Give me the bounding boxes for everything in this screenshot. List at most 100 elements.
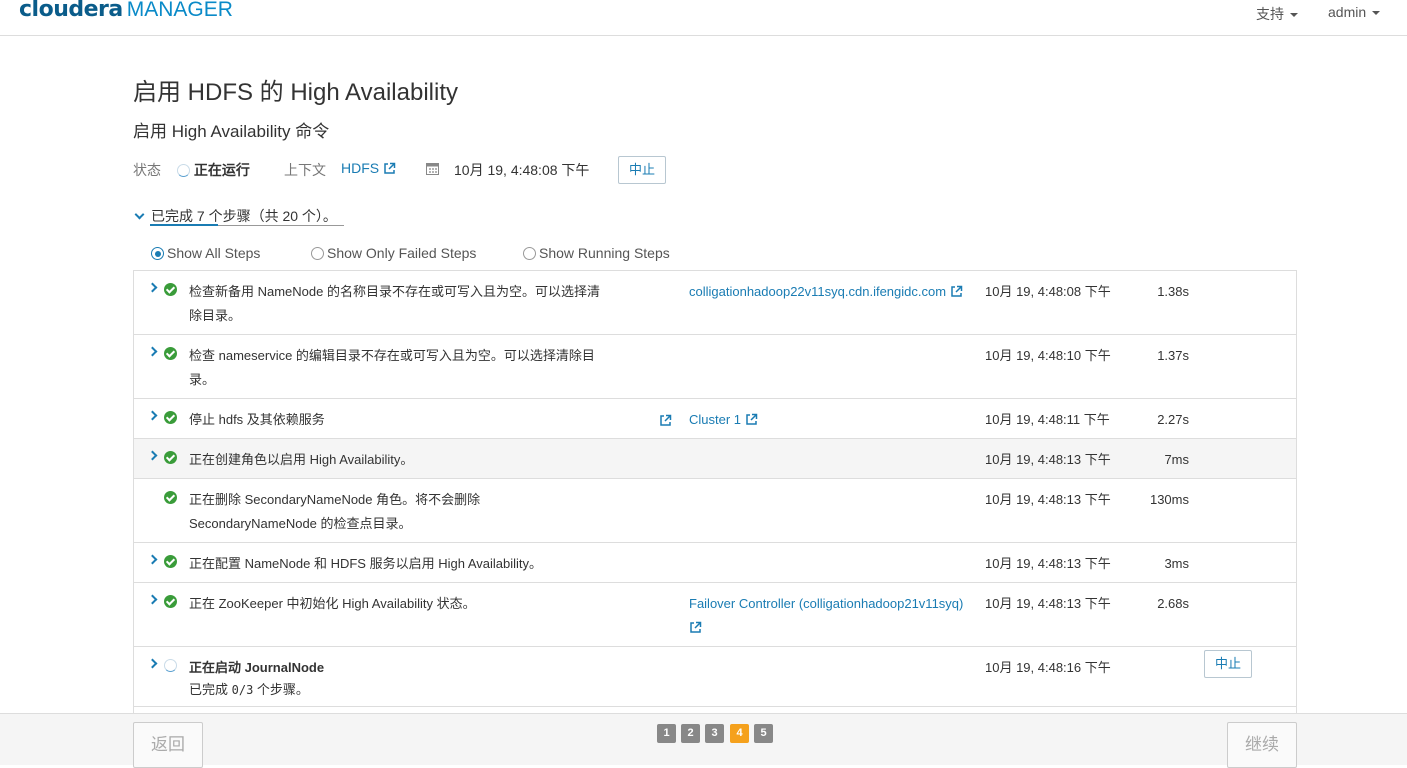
- summary-underline: [150, 224, 218, 226]
- step-description: 正在配置 NameNode 和 HDFS 服务以启用 High Availabi…: [189, 556, 543, 571]
- chevron-right-icon[interactable]: [147, 594, 158, 605]
- chevron-right-icon[interactable]: [147, 554, 158, 565]
- logo-product-text: MANAGER: [126, 0, 233, 21]
- external-link-icon: [745, 413, 757, 425]
- step-start-time: 10月 19, 4:48:13 下午: [985, 596, 1111, 611]
- chevron-right-icon[interactable]: [147, 410, 158, 421]
- cloudera-manager-logo[interactable]: cloudera MANAGER: [19, 0, 233, 25]
- wizard-footer: 返回 1 2 3 4 5 继续: [0, 713, 1407, 768]
- step-description: 检查 nameservice 的编辑目录不存在或可写入且为空。可以选择清除目录。: [189, 348, 595, 387]
- continue-button[interactable]: 继续: [1227, 722, 1297, 768]
- abort-command-button[interactable]: 中止: [618, 156, 666, 184]
- step-duration: 1.38s: [1157, 284, 1189, 299]
- table-row: 停止 hdfs 及其依赖服务 Cluster 1 10月 19, 4:48:11…: [134, 399, 1296, 439]
- step-context-text: Cluster 1: [689, 412, 742, 427]
- step-description: 正在 ZooKeeper 中初始化 High Availability 状态。: [189, 596, 476, 611]
- command-start-time: 10月 19, 4:48:08 下午: [454, 162, 590, 178]
- external-link-icon: [950, 285, 962, 297]
- external-link-icon: [384, 162, 396, 174]
- step-context-link[interactable]: colligationhadoop22v11syq.cdn.ifengidc.c…: [689, 280, 979, 304]
- chevron-right-icon[interactable]: [147, 282, 158, 293]
- table-row: 正在创建角色以启用 High Availability。 10月 19, 4:4…: [134, 439, 1296, 479]
- success-check-icon: [164, 491, 177, 504]
- table-row: 正在配置 NameNode 和 HDFS 服务以启用 High Availabi…: [134, 543, 1296, 583]
- filter-label: Show Only Failed Steps: [327, 245, 477, 261]
- command-title: 启用 High Availability 命令: [133, 122, 330, 141]
- context-link[interactable]: HDFS: [341, 160, 396, 176]
- caret-down-icon: [1372, 11, 1381, 16]
- table-row: 检查新备用 NameNode 的名称目录不存在或可写入且为空。可以选择清除目录。…: [134, 271, 1296, 335]
- step-start-time: 10月 19, 4:48:13 下午: [985, 556, 1111, 571]
- support-menu-label: 支持: [1256, 6, 1284, 22]
- step-start-time: 10月 19, 4:48:16 下午: [985, 660, 1111, 675]
- success-check-icon: [164, 555, 177, 568]
- filter-show-running-steps[interactable]: Show Running Steps: [523, 245, 670, 261]
- step-duration: 2.27s: [1157, 412, 1189, 427]
- step-substatus-suffix: 个步骤。: [253, 682, 309, 697]
- step-duration: 7ms: [1164, 452, 1189, 467]
- caret-down-icon: [1290, 13, 1298, 18]
- filter-label: Show All Steps: [167, 245, 261, 261]
- external-link-icon[interactable]: [659, 414, 672, 427]
- chevron-right-icon[interactable]: [147, 346, 158, 357]
- table-row: 正在删除 SecondaryNameNode 角色。将不会删除 Secondar…: [134, 479, 1296, 543]
- context-link-text: HDFS: [341, 160, 380, 176]
- table-row: 正在 ZooKeeper 中初始化 High Availability 状态。 …: [134, 583, 1296, 647]
- radio-unchecked-icon: [523, 247, 536, 260]
- running-spinner-icon: [177, 164, 190, 177]
- success-check-icon: [164, 595, 177, 608]
- step-substatus: 已完成 0/3 个步骤。: [189, 679, 309, 698]
- step-context-text: Failover Controller (colligationhadoop21…: [689, 596, 964, 611]
- step-duration: 3ms: [1164, 556, 1189, 571]
- wizard-page-4-current[interactable]: 4: [730, 724, 749, 743]
- step-start-time: 10月 19, 4:48:11 下午: [985, 412, 1110, 427]
- user-menu-label: admin: [1328, 4, 1367, 20]
- back-button[interactable]: 返回: [133, 722, 203, 768]
- external-link-icon: [690, 621, 702, 633]
- chevron-right-icon[interactable]: [147, 450, 158, 461]
- step-substatus-prefix: 已完成: [189, 682, 232, 697]
- table-row: 检查 nameservice 的编辑目录不存在或可写入且为空。可以选择清除目录。…: [134, 335, 1296, 399]
- status-value-text: 正在运行: [193, 162, 250, 178]
- page-title: 启用 HDFS 的 High Availability: [133, 79, 458, 106]
- filter-label: Show Running Steps: [539, 245, 670, 261]
- wizard-page-3[interactable]: 3: [705, 724, 724, 743]
- step-context-link[interactable]: Cluster 1: [689, 408, 979, 432]
- radio-unchecked-icon: [311, 247, 324, 260]
- summary-underline-secondary: [218, 225, 344, 226]
- step-context-link[interactable]: Failover Controller (colligationhadoop21…: [689, 592, 979, 640]
- status-value: 正在运行: [177, 160, 250, 180]
- success-check-icon: [164, 283, 177, 296]
- step-substatus-count: 0/3: [231, 683, 254, 697]
- status-label: 状态: [133, 162, 161, 178]
- step-start-time: 10月 19, 4:48:08 下午: [985, 284, 1111, 299]
- running-spinner-icon: [164, 659, 177, 672]
- chevron-right-icon[interactable]: [147, 658, 158, 669]
- success-check-icon: [164, 451, 177, 464]
- top-nav-bar: cloudera MANAGER 支持 admin: [0, 0, 1407, 36]
- step-description: 停止 hdfs 及其依赖服务: [189, 412, 325, 427]
- wizard-page-2[interactable]: 2: [681, 724, 700, 743]
- abort-step-button[interactable]: 中止: [1204, 650, 1252, 678]
- support-menu[interactable]: 支持: [1256, 4, 1298, 24]
- step-description: 正在启动 JournalNode: [189, 660, 325, 675]
- filter-show-failed-steps[interactable]: Show Only Failed Steps: [311, 245, 476, 261]
- steps-summary-toggle[interactable]: 已完成 7 个步骤（共 20 个）。: [133, 206, 344, 226]
- steps-table: 检查新备用 NameNode 的名称目录不存在或可写入且为空。可以选择清除目录。…: [133, 270, 1297, 715]
- step-description: 正在创建角色以启用 High Availability。: [189, 452, 414, 467]
- step-description: 检查新备用 NameNode 的名称目录不存在或可写入且为空。可以选择清除目录。: [189, 284, 600, 323]
- success-check-icon: [164, 411, 177, 424]
- context-label: 上下文: [284, 162, 326, 178]
- step-description: 正在删除 SecondaryNameNode 角色。将不会删除 Secondar…: [189, 492, 481, 531]
- calendar-icon: [426, 163, 439, 175]
- step-duration: 1.37s: [1157, 348, 1189, 363]
- step-duration: 2.68s: [1157, 596, 1189, 611]
- table-row: 正在启动 JournalNode 已完成 0/3 个步骤。 10月 19, 4:…: [134, 647, 1296, 707]
- step-start-time: 10月 19, 4:48:10 下午: [985, 348, 1111, 363]
- steps-summary-text: 已完成 7 个步骤（共 20 个）。: [151, 208, 337, 224]
- step-duration: 130ms: [1149, 492, 1189, 507]
- user-menu[interactable]: admin: [1328, 4, 1381, 20]
- filter-show-all-steps[interactable]: Show All Steps: [151, 245, 260, 261]
- wizard-page-5[interactable]: 5: [754, 724, 773, 743]
- wizard-page-1[interactable]: 1: [657, 724, 676, 743]
